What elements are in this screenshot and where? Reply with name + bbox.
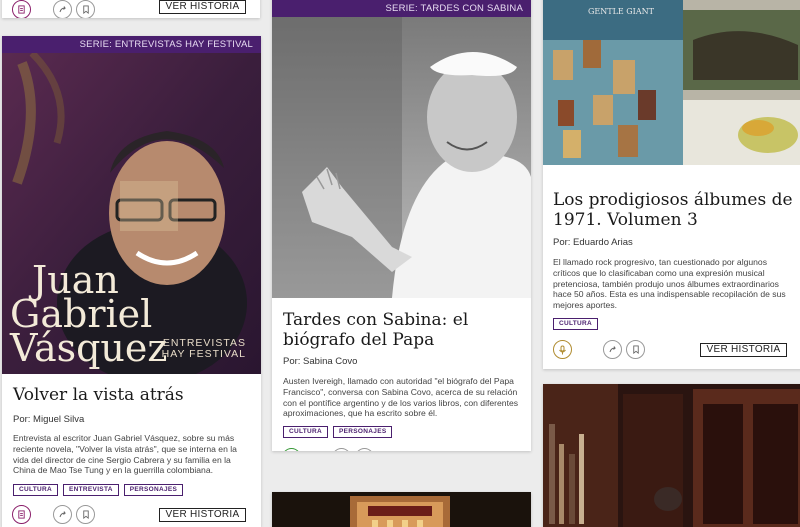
- story-card-partial[interactable]: [272, 492, 531, 527]
- story-image[interactable]: [272, 17, 531, 298]
- document-icon[interactable]: [12, 0, 31, 18]
- bookmark-icon[interactable]: [626, 340, 645, 359]
- card-actions: [12, 0, 95, 18]
- share-icon[interactable]: [332, 448, 351, 451]
- story-image[interactable]: [272, 492, 531, 527]
- ver-historia-button[interactable]: VER HISTORIA: [159, 0, 246, 14]
- story-card-albums[interactable]: GENTLE GIANT Los prodigiosos álbumes de …: [543, 0, 800, 369]
- share-icon[interactable]: [603, 340, 622, 359]
- tag-list: CULTURA PERSONAJES: [283, 426, 393, 438]
- video-icon[interactable]: [282, 448, 301, 451]
- story-summary: Entrevista al escritor Juan Gabriel Vásq…: [13, 433, 237, 476]
- bookmark-icon[interactable]: [76, 0, 95, 18]
- card-actions: [12, 505, 95, 524]
- card-actions: [282, 448, 374, 451]
- share-icon[interactable]: [53, 0, 72, 18]
- story-image[interactable]: [543, 384, 800, 527]
- story-byline: Por: Eduardo Arias: [553, 237, 633, 248]
- story-card-vasquez[interactable]: SERIE: ENTREVISTAS HAY FESTIVAL Juan Gab…: [2, 36, 261, 527]
- bookmark-icon[interactable]: [355, 448, 374, 451]
- story-summary: Austen Ivereigh, llamado con autoridad "…: [283, 376, 519, 419]
- card-actions: [553, 340, 645, 359]
- tag-personajes[interactable]: PERSONAJES: [333, 426, 393, 438]
- tag-list: CULTURA ENTREVISTA PERSONAJES: [13, 484, 184, 496]
- series-label: SERIE: ENTREVISTAS HAY FESTIVAL: [2, 36, 261, 53]
- story-title[interactable]: Los prodigiosos álbumes de 1971. Volumen…: [553, 190, 793, 230]
- image-subtitle: HAY FESTIVAL: [161, 348, 246, 360]
- share-icon[interactable]: [53, 505, 72, 524]
- story-image[interactable]: Juan Gabriel Vásquez ENTREVISTAS HAY FES…: [2, 53, 261, 374]
- tag-personajes[interactable]: PERSONAJES: [123, 484, 184, 496]
- story-card-sabina[interactable]: SERIE: TARDES CON SABINA Tardes con Sabi…: [272, 0, 531, 451]
- ver-historia-button[interactable]: VER HISTORIA: [159, 508, 246, 522]
- story-title[interactable]: Tardes con Sabina: el biógrafo del Papa: [283, 310, 523, 350]
- story-title[interactable]: Volver la vista atrás: [13, 385, 184, 405]
- story-image[interactable]: GENTLE GIANT: [543, 0, 800, 165]
- story-summary: El llamado rock progresivo, tan cuestion…: [553, 257, 786, 311]
- story-card-partial[interactable]: [543, 384, 800, 527]
- tag-cultura[interactable]: CULTURA: [13, 484, 59, 496]
- tag-cultura[interactable]: CULTURA: [553, 318, 599, 330]
- tag-list: CULTURA: [553, 318, 599, 330]
- story-byline: Por: Sabina Covo: [283, 356, 358, 367]
- microphone-icon[interactable]: [553, 340, 572, 359]
- tag-cultura[interactable]: CULTURA: [283, 426, 329, 438]
- document-icon[interactable]: [12, 505, 31, 524]
- album-cover-text: GENTLE GIANT: [588, 7, 655, 16]
- ver-historia-button[interactable]: VER HISTORIA: [700, 343, 787, 357]
- story-card-partial: VER HISTORIA: [2, 0, 260, 18]
- story-byline: Por: Miguel Silva: [13, 414, 85, 425]
- bookmark-icon[interactable]: [76, 505, 95, 524]
- series-label: SERIE: TARDES CON SABINA: [272, 0, 531, 17]
- image-title-line: Vásquez: [10, 326, 168, 370]
- tag-entrevista[interactable]: ENTREVISTA: [63, 484, 119, 496]
